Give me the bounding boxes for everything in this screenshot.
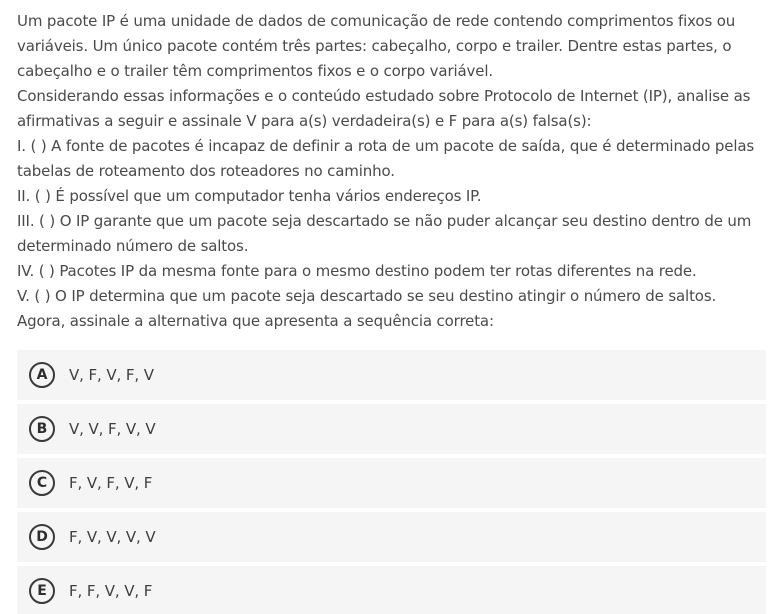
option-label: V, F, V, F, V (69, 366, 154, 384)
option-a[interactable]: A V, F, V, F, V (17, 350, 766, 400)
option-label: F, V, V, V, V (69, 528, 156, 546)
option-label: F, F, V, V, F (69, 582, 153, 600)
option-letter-badge: E (29, 578, 55, 604)
statement-4: IV. ( ) Pacotes IP da mesma fonte para o… (17, 262, 697, 280)
question-instruction: Considerando essas informações e o conte… (17, 87, 751, 130)
statement-2: II. ( ) É possível que um computador ten… (17, 187, 482, 205)
option-label: V, V, F, V, V (69, 420, 156, 438)
option-letter-badge: D (29, 524, 55, 550)
option-letter-badge: C (29, 470, 55, 496)
statement-1: I. ( ) A fonte de pacotes é incapaz de d… (17, 137, 755, 180)
option-label: F, V, F, V, F (69, 474, 153, 492)
question-text: Um pacote IP é uma unidade de dados de c… (17, 9, 769, 334)
option-b[interactable]: B V, V, F, V, V (17, 404, 766, 454)
question-prompt: Agora, assinale a alternativa que aprese… (17, 312, 494, 330)
statement-5: V. ( ) O IP determina que um pacote seja… (17, 287, 717, 305)
option-d[interactable]: D F, V, V, V, V (17, 512, 766, 562)
question-intro: Um pacote IP é uma unidade de dados de c… (17, 12, 736, 80)
option-c[interactable]: C F, V, F, V, F (17, 458, 766, 508)
option-e[interactable]: E F, F, V, V, F (17, 566, 766, 614)
answer-options: A V, F, V, F, V B V, V, F, V, V C F, V, … (17, 350, 766, 614)
option-letter-badge: B (29, 416, 55, 442)
option-letter-badge: A (29, 362, 55, 388)
statement-3: III. ( ) O IP garante que um pacote seja… (17, 212, 752, 255)
